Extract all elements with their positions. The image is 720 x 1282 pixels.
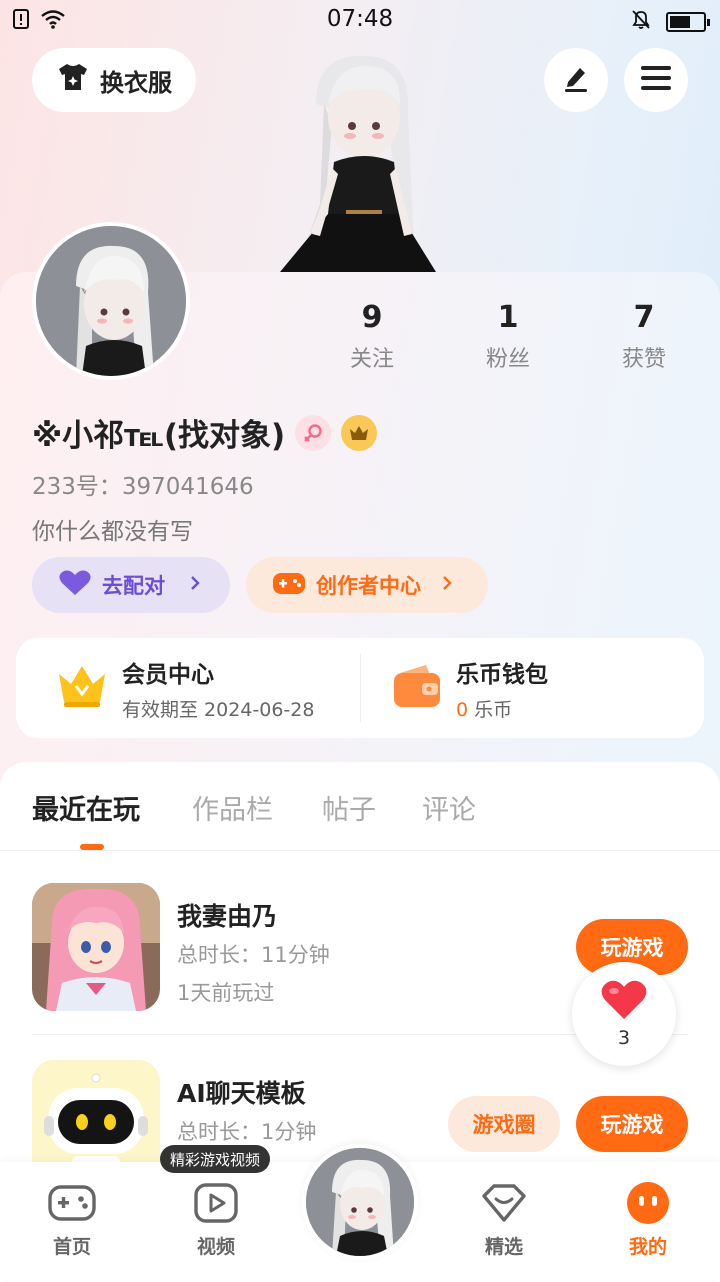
tab-posts[interactable]: 帖子	[322, 788, 376, 827]
creator-center-button[interactable]: 创作者中心	[246, 557, 488, 613]
featured-heart-icon	[454, 1180, 554, 1226]
wallet-entry[interactable]: 乐币钱包 0 乐币	[392, 638, 548, 738]
heart-icon	[58, 569, 92, 602]
game-title: AI聊天模板	[177, 1079, 306, 1108]
play-game-button[interactable]: 玩游戏	[576, 1096, 688, 1152]
game-thumbnail[interactable]	[32, 883, 160, 1011]
video-play-icon	[166, 1180, 266, 1226]
wallet-amount: 0	[456, 698, 469, 721]
tab-comments[interactable]: 评论	[422, 788, 476, 827]
name-row: ※小祁℡(找对象)	[32, 410, 378, 455]
shirt-icon	[56, 62, 90, 98]
video-tooltip[interactable]: 精彩游戏视频	[160, 1145, 271, 1173]
creator-center-label: 创作者中心	[316, 574, 421, 598]
menu-icon	[641, 65, 671, 95]
following-label: 关注	[349, 347, 394, 372]
nav-video[interactable]: 视频	[166, 1180, 266, 1259]
mute-bell-icon	[630, 8, 652, 36]
nav-home[interactable]: 首页	[22, 1180, 122, 1259]
username: ※小祁℡(找对象)	[32, 418, 286, 454]
nav-avatar-button[interactable]	[302, 1144, 418, 1260]
game-last-played: 1天前玩过	[177, 981, 275, 1005]
likes-count: 7	[633, 300, 655, 335]
avatar-figure[interactable]	[276, 44, 446, 274]
chevron-right-icon	[189, 573, 201, 597]
nav-featured-label: 精选	[484, 1236, 523, 1258]
wallet-icon	[392, 663, 442, 713]
like-float-button[interactable]: 3	[572, 962, 676, 1066]
likes-stat[interactable]: 7 获赞	[584, 300, 704, 373]
member-center-entry[interactable]: 会员中心 有效期至 2024-06-28	[56, 638, 314, 738]
mine-face-icon	[598, 1180, 698, 1226]
tab-works[interactable]: 作品栏	[192, 788, 273, 827]
edit-profile-button[interactable]	[544, 48, 608, 112]
nav-video-label: 视频	[196, 1236, 235, 1258]
game-duration: 总时长：11分钟	[177, 943, 330, 967]
tab-recently-played[interactable]: 最近在玩	[32, 788, 140, 827]
wallet-title: 乐币钱包	[456, 661, 548, 688]
like-count: 3	[617, 1027, 631, 1049]
user-bio: 你什么都没有写	[32, 519, 193, 545]
change-outfit-button[interactable]: 换衣服	[32, 48, 196, 112]
heart-icon	[600, 979, 648, 1025]
member-center-title: 会员中心	[122, 661, 214, 688]
fans-count: 1	[497, 300, 519, 335]
match-label: 去配对	[102, 574, 165, 598]
member-wallet-panel: 会员中心 有效期至 2024-06-28 乐币钱包 0 乐币	[16, 638, 704, 738]
pen-icon	[560, 62, 592, 98]
female-gender-icon	[295, 414, 332, 451]
likes-label: 获赞	[621, 347, 666, 372]
crown-badge-icon[interactable]	[341, 414, 378, 451]
battery-icon	[666, 12, 710, 32]
tab-divider	[0, 850, 720, 851]
status-bar: 07:48	[0, 0, 720, 40]
fans-label: 粉丝	[485, 347, 530, 372]
menu-button[interactable]	[624, 48, 688, 112]
game-duration: 总时长：1分钟	[177, 1120, 317, 1144]
profile-avatar[interactable]	[32, 222, 190, 380]
user-id: 233号：397041646	[32, 474, 254, 500]
fans-stat[interactable]: 1 粉丝	[448, 300, 568, 373]
chevron-right-icon	[441, 573, 453, 597]
member-expiry: 有效期至 2024-06-28	[122, 698, 315, 721]
match-button[interactable]: 去配对	[32, 557, 230, 613]
change-outfit-label: 换衣服	[100, 68, 172, 97]
gamepad-icon	[22, 1180, 122, 1226]
nav-mine-label: 我的	[628, 1236, 667, 1258]
nav-mine[interactable]: 我的	[598, 1180, 698, 1259]
divider	[360, 654, 361, 722]
nav-home-label: 首页	[52, 1236, 91, 1258]
crown-icon	[56, 662, 108, 714]
wallet-unit: 乐币	[474, 698, 513, 721]
gamepad-icon	[272, 570, 306, 601]
following-count: 9	[361, 300, 383, 335]
clock: 07:48	[326, 6, 394, 32]
following-stat[interactable]: 9 关注	[312, 300, 432, 373]
nav-featured[interactable]: 精选	[454, 1180, 554, 1259]
game-title: 我妻由乃	[177, 902, 278, 931]
game-circle-button[interactable]: 游戏圈	[448, 1096, 560, 1152]
